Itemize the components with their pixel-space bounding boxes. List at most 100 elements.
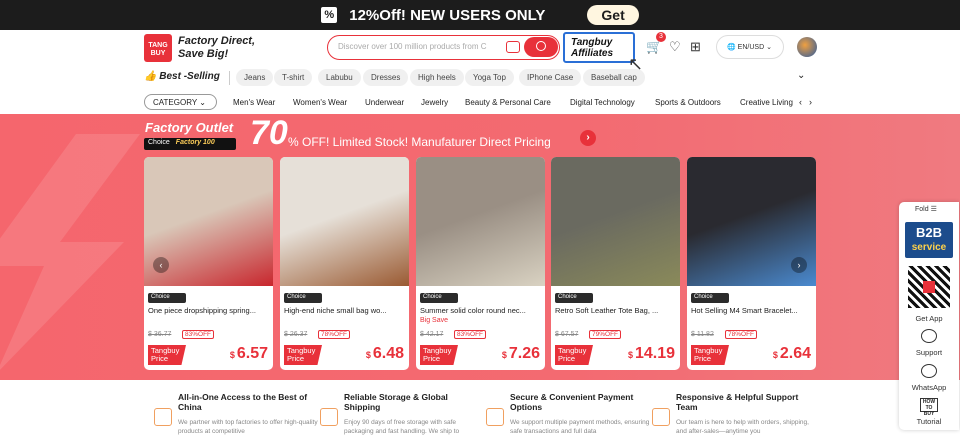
category-link[interactable]: Digital Technology: [570, 98, 635, 107]
tangbuy-price-tag: Tangbuy Price: [148, 345, 186, 365]
cart-count-badge: 3: [656, 32, 666, 42]
choice-badge: Choice Factory 100: [144, 138, 236, 150]
affiliates-line2: Affiliates: [571, 48, 614, 59]
tag-pill[interactable]: Dresses: [363, 69, 409, 86]
features-strip: All-in-One Access to the Best of China We…: [144, 386, 816, 438]
best-selling-title: 👍 Best -Selling: [144, 71, 220, 82]
category-link[interactable]: Sports & Outdoors: [655, 98, 721, 107]
how-to-buy-icon[interactable]: HOW TO BUY: [920, 398, 938, 417]
original-price: $ 26.37: [284, 331, 308, 338]
language-label: EN/USD: [737, 44, 765, 51]
get-app-label[interactable]: Get App: [899, 314, 959, 323]
tag-pill[interactable]: Yoga Top: [465, 69, 514, 86]
thumb-up-icon: 👍: [144, 71, 157, 82]
search-button[interactable]: [524, 37, 558, 57]
tag-pill[interactable]: Jeans: [236, 69, 274, 86]
search-box[interactable]: Discover over 100 million products from …: [327, 35, 560, 60]
heart-hand-icon: [652, 408, 670, 426]
affiliates-line1: Tangbuy: [571, 37, 613, 48]
tangbuy-price-tag: Tangbuy Price: [284, 345, 322, 365]
avatar[interactable]: [797, 37, 817, 57]
product-image[interactable]: [551, 157, 680, 286]
factory-icon: [154, 408, 172, 426]
chevron-right-icon[interactable]: ›: [809, 97, 812, 107]
discount-badge: 83%OFF: [182, 330, 215, 339]
sale-price: $6.57: [229, 345, 268, 362]
whatsapp-icon[interactable]: [921, 364, 937, 378]
tutorial-label[interactable]: Tutorial: [899, 417, 959, 426]
page: % 12%Off! NEW USERS ONLY Get TANG BUY Fa…: [0, 0, 960, 438]
discount-badge: 78%OFF: [318, 330, 351, 339]
product-image[interactable]: [416, 157, 545, 286]
category-link[interactable]: Men's Wear: [233, 98, 275, 107]
affiliates-button[interactable]: Tangbuy Affiliates: [563, 32, 635, 63]
chevron-down-icon: ⌄: [199, 98, 206, 107]
product-card[interactable]: Choice Summer solid color round nec... Big…: [416, 157, 545, 370]
promo-bar[interactable]: % 12%Off! NEW USERS ONLY Get: [0, 0, 960, 30]
camera-icon[interactable]: [506, 41, 520, 53]
tag-pill[interactable]: High heels: [410, 69, 464, 86]
side-panel: Fold ☰ B2B service Get App Support WhatsA…: [899, 202, 959, 430]
tangbuy-price-tag: Tangbuy Price: [555, 345, 593, 365]
choice-badge: Choice: [284, 293, 322, 303]
sale-price: $14.19: [627, 345, 675, 362]
sale-price: $2.64: [772, 345, 811, 362]
get-button[interactable]: Get: [587, 5, 639, 25]
carousel-prev-icon[interactable]: ‹: [153, 257, 169, 273]
tag-pill[interactable]: IPhone Case: [519, 69, 582, 86]
original-price: $ 67.57: [555, 331, 579, 338]
b2b-service-button[interactable]: B2B service: [905, 222, 953, 258]
search-input[interactable]: Discover over 100 million products from …: [338, 42, 488, 51]
whatsapp-label[interactable]: WhatsApp: [899, 383, 959, 392]
tagline-line2: Save Big!: [178, 48, 229, 60]
product-name[interactable]: Retro Soft Leather Tote Bag, ...: [555, 306, 677, 315]
product-card[interactable]: Choice Retro Soft Leather Tote Bag, ... $ …: [551, 157, 680, 370]
language-selector[interactable]: 🌐 EN/USD ⌄: [716, 35, 784, 59]
tag-pill[interactable]: T-shirt: [274, 69, 313, 86]
big-save-label: Big Save: [420, 317, 449, 324]
tag-pill[interactable]: Baseball cap: [583, 69, 645, 86]
chevron-left-icon[interactable]: ‹: [799, 97, 802, 107]
arrow-right-icon[interactable]: ›: [580, 130, 596, 146]
choice-badge: Choice: [691, 293, 729, 303]
grid-icon[interactable]: ⊞: [690, 39, 701, 55]
product-card[interactable]: Choice High-end niche small bag wo... $ 26…: [280, 157, 409, 370]
factory-outlet-title: Factory Outlet: [145, 120, 234, 135]
category-link[interactable]: Underwear: [365, 98, 404, 107]
tangbuy-logo[interactable]: TANG BUY: [144, 34, 172, 62]
headset-icon[interactable]: [921, 329, 937, 343]
tag-pill[interactable]: Labubu: [318, 69, 361, 86]
menu-icon: ☰: [930, 206, 937, 213]
support-label[interactable]: Support: [899, 348, 959, 357]
tagline-line1: Factory Direct,: [178, 35, 256, 47]
category-link[interactable]: Jewelry: [421, 98, 448, 107]
product-name[interactable]: High-end niche small bag wo...: [284, 306, 406, 315]
sale-price: $6.48: [365, 345, 404, 362]
tangbuy-price-tag: Tangbuy Price: [691, 345, 729, 365]
original-price: $ 11.82: [691, 331, 714, 338]
discount-badge: 79%OFF: [589, 330, 622, 339]
product-name[interactable]: Summer solid color round nec...: [420, 306, 542, 315]
header: TANG BUY Factory Direct, Save Big! Disco…: [0, 30, 960, 74]
heart-icon[interactable]: ♡: [669, 39, 681, 55]
carousel-next-icon[interactable]: ›: [791, 257, 807, 273]
category-dropdown[interactable]: CATEGORY ⌄: [144, 94, 217, 110]
sale-price: $7.26: [501, 345, 540, 362]
discount-badge: 78%OFF: [725, 330, 758, 339]
divider: [229, 71, 230, 85]
product-image[interactable]: [280, 157, 409, 286]
chevron-down-icon: ⌄: [766, 44, 772, 51]
product-name[interactable]: Hot Selling M4 Smart Bracelet...: [691, 306, 813, 315]
product-name[interactable]: One piece dropshipping spring...: [148, 306, 270, 315]
category-link[interactable]: Creative Living: [740, 98, 795, 107]
promo-text: 12%Off! NEW USERS ONLY: [349, 6, 546, 24]
percent-icon: %: [321, 7, 338, 23]
tangbuy-price-tag: Tangbuy Price: [420, 345, 458, 365]
discount-badge: 83%OFF: [454, 330, 487, 339]
choice-badge: Choice: [420, 293, 458, 303]
category-link[interactable]: Beauty & Personal Care: [465, 98, 551, 107]
category-nav: CATEGORY ⌄ Men's Wear Women's Wear Under…: [0, 92, 960, 114]
category-link[interactable]: Women's Wear: [293, 98, 347, 107]
chevron-down-icon[interactable]: ⌄: [797, 70, 805, 81]
fold-button[interactable]: Fold ☰: [915, 205, 937, 213]
